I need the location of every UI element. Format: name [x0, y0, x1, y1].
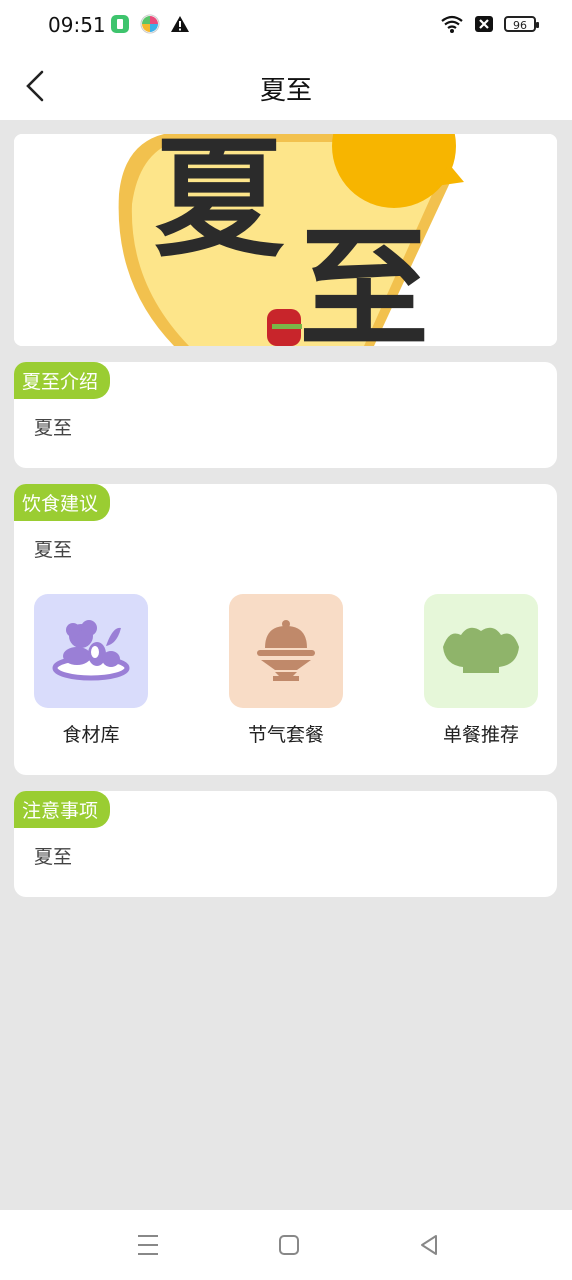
summer-solstice-illustration: 夏 至	[14, 134, 557, 346]
cloche-dish-icon	[257, 620, 315, 681]
app-header: 夏至	[0, 52, 572, 120]
solar-term-meal-tile	[229, 594, 343, 708]
single-meal-recommend-tile	[424, 594, 538, 708]
diet-card: 饮食建议 夏至 食材库 节气套餐 单餐推荐	[14, 484, 557, 775]
no-sim-icon	[475, 16, 493, 32]
notes-card: 注意事项 夏至	[14, 791, 557, 897]
ingredient-library-button[interactable]: 食材库	[34, 594, 148, 747]
diet-text: 夏至	[34, 539, 73, 561]
intro-text: 夏至	[34, 417, 73, 439]
solar-term-meal-button[interactable]: 节气套餐	[229, 594, 343, 747]
solar-term-meal-label: 节气套餐	[247, 724, 324, 746]
banner-char-1: 夏	[154, 134, 285, 275]
status-bar: 09:51 96	[0, 0, 572, 52]
diet-section-tag: 饮食建议	[14, 484, 111, 521]
notes-section-tag: 注意事项	[14, 791, 111, 828]
home-nav-button[interactable]	[274, 1230, 304, 1260]
single-meal-recommend-button[interactable]: 单餐推荐	[424, 594, 538, 747]
banner-char-2: 至	[299, 213, 429, 346]
intro-card: 夏至介绍 夏至	[14, 362, 557, 468]
back-nav-button[interactable]	[414, 1230, 444, 1260]
menu-nav-button[interactable]	[133, 1230, 163, 1260]
app-notification-icon	[111, 15, 129, 33]
salad-bowl-icon	[443, 627, 519, 673]
notes-text: 夏至	[34, 846, 73, 868]
ingredient-library-tile	[34, 594, 148, 708]
warning-icon	[171, 16, 189, 32]
pinwheel-app-icon	[140, 14, 160, 34]
status-time: 09:51	[48, 13, 106, 37]
page-title: 夏至	[259, 76, 312, 106]
single-meal-recommend-label: 单餐推荐	[442, 724, 519, 746]
menu-icon	[138, 1235, 158, 1255]
ingredient-library-label: 食材库	[62, 724, 120, 746]
status-icons-right: 96	[440, 14, 539, 34]
battery-icon: 96	[504, 16, 539, 32]
home-square-icon	[279, 1235, 299, 1255]
status-icons-left	[110, 14, 190, 34]
banner-image: 夏 至	[14, 134, 557, 346]
system-nav-bar	[0, 1210, 572, 1280]
wifi-icon	[441, 15, 463, 33]
back-triangle-icon	[421, 1235, 437, 1255]
intro-section-tag: 夏至介绍	[14, 362, 111, 399]
vegetables-basket-icon	[52, 620, 130, 681]
